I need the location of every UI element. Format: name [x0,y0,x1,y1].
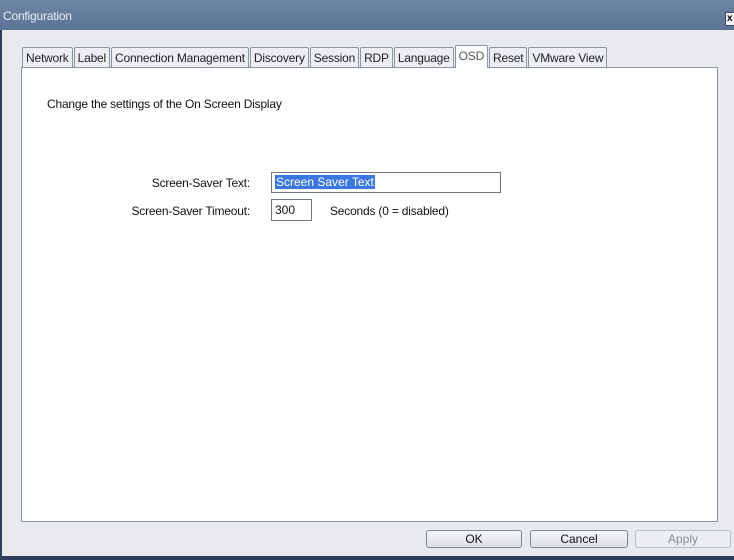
tab-reset[interactable]: Reset [489,47,528,68]
configuration-window: Configuration x Network Label Connection… [0,0,734,560]
tab-network[interactable]: Network [22,47,73,68]
title-bar[interactable]: Configuration x [0,0,734,30]
screensaver-timeout-label: Screen-Saver Timeout: [131,204,250,218]
cancel-button[interactable]: Cancel [530,530,628,548]
tab-label[interactable]: Label [73,47,110,68]
panel-description: Change the settings of the On Screen Dis… [47,97,282,111]
tab-discovery[interactable]: Discovery [249,47,309,68]
screensaver-text-label: Screen-Saver Text: [151,176,250,190]
timeout-unit-label: Seconds (0 = disabled) [330,204,449,218]
screensaver-text-value: Screen Saver Text [275,175,375,189]
tab-rdp[interactable]: RDP [360,47,393,68]
osd-panel [21,67,718,522]
tab-osd[interactable]: OSD [454,45,489,68]
tab-connection-management[interactable]: Connection Management [111,47,249,68]
screensaver-timeout-input[interactable]: 300 [271,199,312,221]
screensaver-text-input[interactable]: Screen Saver Text [271,172,501,193]
tab-language[interactable]: Language [393,47,454,68]
tab-strip: Network Label Connection Management Disc… [22,45,608,68]
apply-button[interactable]: Apply [635,530,731,548]
tab-vmware-view[interactable]: VMware View [528,47,608,68]
close-icon[interactable]: x [725,12,734,26]
tab-session[interactable]: Session [309,47,360,68]
window-title: Configuration [3,9,72,23]
ok-button[interactable]: OK [426,530,522,548]
